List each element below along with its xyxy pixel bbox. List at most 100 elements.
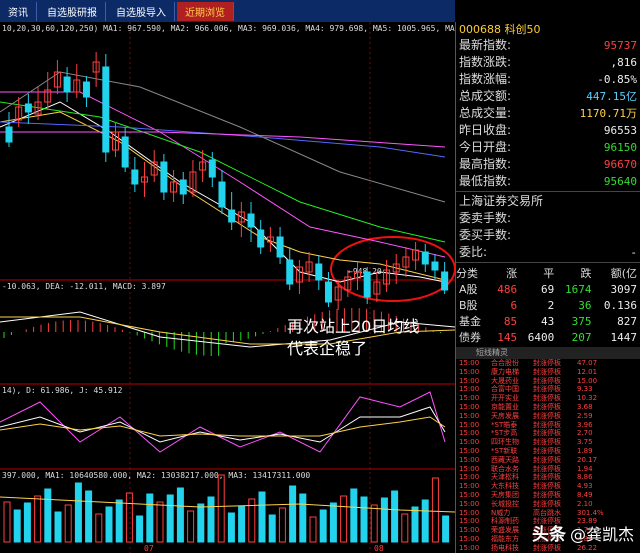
news-event: 封涨停板 xyxy=(533,543,561,552)
news-item[interactable]: 15:00 合富中国 封涨停板 9.33 xyxy=(456,385,640,394)
quote-label: 指数涨跌: xyxy=(459,55,512,69)
order-label: 委买手数: xyxy=(459,228,512,242)
market-flat-count: 6400 xyxy=(527,330,555,344)
divider xyxy=(456,262,640,263)
volume-bar xyxy=(115,499,123,543)
news-item[interactable]: 15:00 天房发展 封涨停板 2.59 xyxy=(456,412,640,421)
quote-value: ,816 xyxy=(610,56,638,69)
news-value: 301.4% xyxy=(577,508,604,517)
order-label: 委比: xyxy=(459,245,488,259)
kline-chart-area[interactable]: 10,20,30,60,120,250) MA1: 967.590, MA2: … xyxy=(0,22,455,553)
news-value: 20.17 xyxy=(577,455,598,464)
kline-chart[interactable]: 10,20,30,60,120,250) MA1: 967.590, MA2: … xyxy=(0,22,455,553)
news-item[interactable]: 15:00 *ST步高 封涨停板 2.70 xyxy=(456,429,640,438)
quote-label: 最新指数: xyxy=(459,38,512,52)
news-stock: *ST皓泰 xyxy=(491,420,518,429)
news-item[interactable]: 15:00 京能置业 封涨停板 3.68 xyxy=(456,403,640,412)
news-value: 2.10 xyxy=(577,499,593,508)
volume-bar xyxy=(64,504,72,543)
quote-label: 昨日收盘: xyxy=(459,123,512,137)
news-item[interactable]: 15:00 天房集团 封涨停板 8.49 xyxy=(456,491,640,500)
divider xyxy=(456,191,640,192)
volume-bar xyxy=(227,512,235,543)
annotation-text: 再次站上20日均线 代表企稳了 xyxy=(287,316,457,360)
volume-bar xyxy=(13,509,21,543)
news-time: 15:00 xyxy=(459,534,480,543)
news-event: 封涨停板 xyxy=(533,429,561,438)
news-time: 15:00 xyxy=(459,490,480,499)
market-up-count: 145 xyxy=(497,330,518,344)
tab-recent[interactable]: 近期浏览 xyxy=(177,1,234,21)
volume-bar xyxy=(309,516,317,543)
news-header[interactable]: 短线精灵 xyxy=(456,347,640,359)
volume-bar xyxy=(431,477,439,543)
news-time: 15:00 xyxy=(459,376,480,385)
news-item[interactable]: 15:00 *ST新联 封涨停板 1.89 xyxy=(456,447,640,456)
market-row: A股 486 69 1674 3097 xyxy=(456,281,640,297)
volume-bar xyxy=(95,513,103,543)
news-event: 封涨停板 xyxy=(533,411,561,420)
volume-bar xyxy=(329,502,337,543)
candle-body xyxy=(82,81,90,98)
news-item[interactable]: 15:00 大晟药业 封涨停板 15.00 xyxy=(456,377,640,386)
tab-watchlist-import[interactable]: 自选股导入 xyxy=(108,1,175,21)
news-item[interactable]: 15:00 大东科技 封涨停板 4.93 xyxy=(456,482,640,491)
volume-bar xyxy=(319,509,327,543)
volume-bar xyxy=(340,495,348,543)
news-time: 15:00 xyxy=(459,411,480,420)
news-item[interactable]: 15:00 西藏天路 封涨停板 20.17 xyxy=(456,456,640,465)
volume-bar xyxy=(258,491,266,543)
candle-body xyxy=(324,281,332,303)
quote-value: 1170.71万 xyxy=(579,107,637,120)
quote-row: 指数涨幅: -0.85% xyxy=(456,71,640,88)
news-item[interactable]: 15:00 开开实业 封涨停板 10.32 xyxy=(456,394,640,403)
news-item[interactable]: 15:00 *ST皓泰 封涨停板 3.96 xyxy=(456,421,640,430)
exchange-name: 上海证券交易所 xyxy=(459,194,544,208)
news-item[interactable]: 15:00 N威力 高台跳水 301.4% xyxy=(456,509,640,518)
volume-bar xyxy=(421,499,429,543)
ma-line xyxy=(0,101,446,243)
news-item[interactable]: 15:00 康力电梯 封涨停板 12.01 xyxy=(456,368,640,377)
order-row: 委买手数: xyxy=(456,227,640,244)
news-event: 封涨停板 xyxy=(533,464,561,473)
market-amount: 3097 xyxy=(610,282,638,296)
tab-news[interactable]: 资讯 xyxy=(0,1,37,21)
market-col-header: 额(亿 xyxy=(610,267,637,280)
news-stock: 康力电梯 xyxy=(491,367,519,376)
news-stock: 合富中国 xyxy=(491,385,519,394)
volume-bar xyxy=(156,501,164,543)
tab-watchlist-reports[interactable]: 自选股研报 xyxy=(39,1,106,21)
news-stock: 大东科技 xyxy=(491,482,519,491)
month-label-08: 08 xyxy=(374,544,384,553)
news-event: 封涨停板 xyxy=(533,420,561,429)
ma-line xyxy=(0,121,446,158)
news-item[interactable]: 15:00 天津松科 封涨停板 8.86 xyxy=(456,473,640,482)
news-item[interactable]: 15:00 联合水务 封涨停板 1.94 xyxy=(456,465,640,474)
volume-bar xyxy=(23,502,31,543)
news-stock: 天津松科 xyxy=(491,473,519,482)
candle-body xyxy=(208,159,216,178)
news-value: 10.32 xyxy=(577,394,598,403)
news-value: 8.49 xyxy=(577,490,593,499)
news-value: 9.33 xyxy=(577,385,593,394)
volume-bar xyxy=(289,485,297,543)
volume-bar xyxy=(411,506,419,543)
volume-bar xyxy=(238,505,246,543)
candle-body xyxy=(179,179,187,195)
volume-bar xyxy=(34,495,42,543)
news-item[interactable]: 15:00 合合股份 封涨停板 47.07 xyxy=(456,359,640,368)
news-time: 15:00 xyxy=(459,526,480,535)
news-value: 26.22 xyxy=(577,543,598,552)
market-down-count: 36 xyxy=(578,298,592,312)
toutiao-logo: 头条 xyxy=(531,525,566,545)
volume-bar xyxy=(217,474,225,543)
candle-body xyxy=(315,263,323,281)
news-time: 15:00 xyxy=(459,367,480,376)
volume-bar xyxy=(278,507,286,543)
news-item[interactable]: 15:00 长城投控 封涨停板 2.10 xyxy=(456,500,640,509)
news-event: 封涨停板 xyxy=(533,499,561,508)
news-item[interactable]: 15:00 四环生物 封涨停板 3.75 xyxy=(456,438,640,447)
news-time: 15:00 xyxy=(459,438,480,447)
news-item[interactable]: 15:00 扬电科技 封涨停板 26.22 xyxy=(456,544,640,553)
quote-value: 95640 xyxy=(603,175,637,188)
